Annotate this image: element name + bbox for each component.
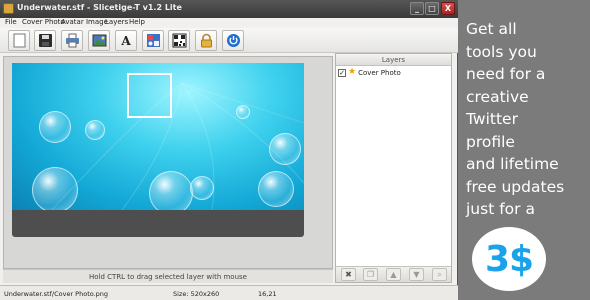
promo-line: creative	[466, 87, 529, 106]
promo-line: Get all	[466, 20, 517, 38]
canvas-hint: Hold CTRL to drag selected layer with mo…	[3, 269, 333, 283]
price-badge: 3$	[472, 227, 546, 291]
bubble	[190, 176, 214, 200]
status-cursor-coords: 16,21	[258, 290, 277, 298]
zoom-icon: ⌕	[437, 270, 442, 279]
text-button[interactable]: A	[115, 30, 137, 51]
menu-bar: File Cover Photo Avatar Image Layers Hel…	[0, 18, 458, 28]
promo-text: Get all tools you need for a creative Tw…	[466, 18, 590, 221]
power-button[interactable]	[222, 30, 244, 51]
bubble	[258, 171, 294, 207]
status-image-size: Size: 520x260	[173, 290, 220, 298]
qr-code-button[interactable]	[168, 30, 190, 51]
layer-row-cover-photo[interactable]: ✓ ★ Cover Photo	[338, 67, 401, 78]
zoom-layer-button[interactable]: ⌕	[432, 268, 447, 281]
layer-name: Cover Photo	[358, 68, 401, 77]
bubble	[32, 167, 78, 210]
move-up-icon: ▲	[390, 270, 397, 279]
print-icon	[65, 33, 79, 48]
title-bar: Underwater.stf - Slicetige-T v1.2 Lite _…	[0, 0, 458, 18]
promo-line: need for a	[466, 65, 546, 83]
promo-line: just for a	[466, 200, 535, 218]
bubble	[236, 105, 250, 119]
app-window: Underwater.stf - Slicetige-T v1.2 Lite _…	[0, 0, 458, 300]
star-icon: ★	[348, 67, 357, 77]
image-icon	[92, 34, 106, 47]
app-icon	[3, 3, 14, 14]
canvas-panel[interactable]	[3, 56, 333, 269]
maximize-button[interactable]: □	[425, 2, 439, 15]
save-button[interactable]	[34, 30, 56, 51]
window-title: Underwater.stf - Slicetige-T v1.2 Lite	[17, 3, 182, 12]
bubble	[85, 120, 105, 140]
new-document-icon	[13, 33, 25, 48]
bubble	[269, 133, 301, 165]
power-icon	[226, 34, 240, 47]
promo-line: and lifetime	[466, 155, 559, 173]
promo-line: free updates	[466, 177, 565, 196]
menu-layers[interactable]: Layers	[105, 18, 128, 26]
layer-visibility-checkbox[interactable]: ✓	[338, 68, 346, 77]
duplicate-icon: ❐	[366, 270, 375, 279]
promo-line: profile	[466, 132, 515, 151]
move-layer-down-button[interactable]: ▼	[409, 268, 424, 281]
layers-actions-bar: ✖ ❐ ▲ ▼ ⌕	[336, 266, 451, 282]
delete-icon: ✖	[345, 270, 352, 279]
delete-layer-button[interactable]: ✖	[341, 268, 356, 281]
menu-avatar-image[interactable]: Avatar Image	[61, 18, 108, 26]
status-file-path: Underwater.stf/Cover Photo.png	[4, 290, 109, 298]
new-document-button[interactable]	[8, 30, 30, 51]
minimize-button[interactable]: _	[410, 2, 424, 15]
menu-cover-photo[interactable]: Cover Photo	[22, 18, 65, 26]
contact-icon	[146, 34, 160, 47]
image-button[interactable]	[88, 30, 110, 51]
close-button[interactable]: X	[441, 2, 455, 15]
print-button[interactable]	[61, 30, 83, 51]
price-label: 3$	[484, 238, 534, 280]
promo-line: tools you	[466, 42, 537, 61]
move-layer-up-button[interactable]: ▲	[386, 268, 401, 281]
lock-icon	[200, 33, 212, 48]
layers-header: Layers	[336, 54, 451, 66]
save-icon	[38, 34, 52, 47]
lock-button[interactable]	[195, 30, 217, 51]
status-bar: Underwater.stf/Cover Photo.png Size: 520…	[0, 285, 458, 300]
qr-code-icon	[172, 33, 186, 48]
cover-photo-image[interactable]	[12, 63, 304, 210]
move-down-icon: ▼	[413, 270, 420, 279]
toolbar: A	[0, 28, 458, 53]
canvas-footer-strip	[12, 210, 304, 237]
bubble	[149, 171, 193, 210]
contact-button[interactable]	[142, 30, 164, 51]
avatar-selection-box[interactable]	[127, 73, 172, 118]
menu-file[interactable]: File	[5, 18, 17, 26]
duplicate-layer-button[interactable]: ❐	[363, 268, 378, 281]
menu-help[interactable]: Help	[129, 18, 145, 26]
promo-line: Twitter	[466, 110, 518, 128]
layers-panel: Layers ✓ ★ Cover Photo ✖ ❐ ▲ ▼ ⌕	[335, 53, 452, 283]
bubble	[39, 111, 71, 143]
text-icon: A	[121, 33, 131, 48]
